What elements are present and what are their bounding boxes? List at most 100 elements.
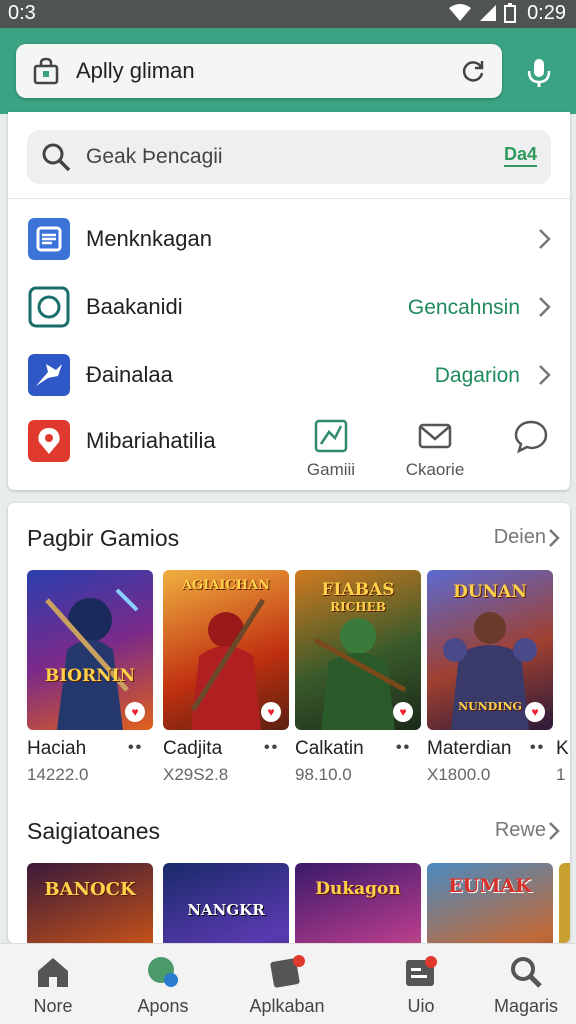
nav-item-label: Apons	[137, 996, 189, 1016]
nav-item-apps-badge[interactable]: Aplkaban	[232, 954, 342, 1017]
list-item-2[interactable]: Ðainalaa Dagarion	[8, 344, 570, 408]
game-art-title: DUNAN	[453, 582, 527, 602]
nav-item-home[interactable]: Nore	[0, 954, 108, 1017]
game-name[interactable]: Haciah	[27, 738, 86, 760]
mini-action-1[interactable]: Ckaorie	[400, 418, 470, 480]
mini-action-label: Ckaorie	[405, 460, 465, 479]
mini-action-label: Gamiii	[306, 460, 356, 479]
list-item-action[interactable]: Gencahnsin	[408, 296, 520, 320]
game-meta-partial: 1	[556, 765, 566, 784]
search-input[interactable]: Geak Þencagii Da4	[27, 130, 551, 184]
nav-item-label: Aplkaban	[249, 996, 325, 1016]
section-title: Pagbir Gamios	[27, 525, 180, 551]
search-badge[interactable]: Da4	[503, 144, 537, 167]
app-bar-title: Aplly gliman	[76, 58, 195, 83]
game-tile-partial[interactable]	[559, 863, 570, 943]
updates-icon	[406, 956, 437, 986]
status-time-right: 0:29	[527, 2, 566, 24]
bottom-navigation: Nore Apons Aplkaban Uio Magaris	[0, 943, 576, 1024]
search-icon	[42, 143, 71, 172]
store-icon	[33, 57, 59, 85]
app-badge-icon	[270, 955, 305, 988]
heart-icon[interactable]: ♥	[393, 702, 413, 722]
game-meta: 98.10.0	[295, 765, 352, 784]
game-tile[interactable]: FIABAS RICHEB ♥	[295, 570, 421, 730]
status-bar: 0:3 0:29	[0, 0, 576, 28]
game-art-title: AGIAICHAN	[181, 578, 271, 593]
mail-icon	[418, 423, 452, 449]
heart-icon[interactable]: ♥	[125, 702, 145, 722]
chevron-right-icon	[539, 297, 551, 317]
game-tile[interactable]: EUMAK	[427, 863, 553, 943]
nav-item-label: Nore	[33, 996, 73, 1016]
list-item-3[interactable]: Mibariahatilia	[8, 410, 288, 474]
app-bar: Aplly gliman	[0, 28, 576, 114]
game-art-title: BANOCK	[44, 879, 136, 900]
list-item-action[interactable]: Dagarion	[435, 364, 520, 388]
signal-icon	[480, 5, 496, 21]
search-icon	[511, 957, 542, 988]
chevron-right-icon	[539, 229, 551, 249]
chart-icon	[314, 419, 348, 453]
map-icon	[28, 420, 70, 462]
list-item-label: Mibariahatilia	[86, 428, 216, 453]
list-item-0[interactable]: Menknkagan	[8, 208, 570, 272]
quick-actions-card: Geak Þencagii Da4 Menknkagan Baakanidi G…	[8, 112, 570, 490]
nav-item-updates[interactable]: Uio	[366, 954, 476, 1017]
more-options-icon[interactable]: ••	[530, 739, 545, 757]
chevron-right-icon	[549, 822, 560, 840]
list-item-1[interactable]: Baakanidi Gencahnsin	[8, 276, 570, 340]
game-tile[interactable]: BIORNIN ♥	[27, 570, 153, 730]
game-tile[interactable]: AGIAICHAN ♥	[163, 570, 289, 730]
mini-action-0[interactable]: Gamiii	[296, 418, 366, 480]
section-more-link[interactable]: Deien	[494, 526, 546, 549]
list-item-label: Menknkagan	[86, 226, 212, 251]
game-art-title: NANGKR	[187, 901, 265, 919]
more-options-icon[interactable]: ••	[396, 739, 411, 757]
nav-item-label: Uio	[407, 996, 435, 1016]
wifi-icon	[449, 4, 471, 21]
nav-item-apps[interactable]: Apons	[108, 954, 218, 1017]
status-icons	[448, 3, 516, 23]
section-title: Saigiatoanes	[27, 818, 160, 844]
list-item-label: Ðainalaa	[86, 362, 173, 387]
heart-icon[interactable]: ♥	[525, 702, 545, 722]
top-search-bar[interactable]: Aplly gliman	[16, 44, 502, 98]
mic-icon[interactable]	[526, 58, 552, 88]
nav-item-search[interactable]: Magaris	[471, 954, 576, 1017]
game-name[interactable]: Materdian	[427, 738, 512, 760]
chat-icon	[514, 420, 548, 454]
list-item-label: Baakanidi	[86, 294, 183, 319]
game-tile[interactable]: DUNAN NUNDING ♥	[427, 570, 553, 730]
game-tile[interactable]: Dukagon	[295, 863, 421, 943]
game-meta: X29S2.8	[163, 765, 229, 784]
game-tile[interactable]: NANGKR	[163, 863, 289, 943]
mini-action-2[interactable]	[496, 418, 566, 480]
game-name[interactable]: Cadjita	[163, 738, 222, 760]
refresh-icon[interactable]	[460, 58, 486, 84]
heart-icon[interactable]: ♥	[261, 702, 281, 722]
game-art-title: Dukagon	[315, 879, 401, 899]
chevron-right-icon	[539, 365, 551, 385]
circle-icon	[28, 286, 70, 328]
battery-icon	[504, 3, 516, 23]
apps-icon	[148, 957, 178, 987]
game-name[interactable]: Calkatin	[295, 738, 364, 760]
game-name-partial[interactable]: K	[556, 738, 569, 760]
bird-icon	[28, 354, 70, 396]
section-more-link[interactable]: Rewe	[495, 819, 546, 842]
more-options-icon[interactable]: ••	[128, 739, 143, 757]
divider	[8, 198, 570, 199]
game-art-title: FIABAS	[321, 580, 395, 600]
game-art-subtitle: RICHEB	[330, 600, 386, 614]
search-placeholder: Geak Þencagii	[86, 145, 223, 168]
game-art-title: EUMAK	[448, 875, 532, 897]
nav-item-label: Magaris	[493, 996, 559, 1016]
more-options-icon[interactable]: ••	[264, 739, 279, 757]
game-art-title: BIORNIN	[44, 666, 136, 686]
game-tile[interactable]: BANOCK	[27, 863, 153, 943]
games-card: Pagbir Gamios Deien BIORNIN ♥ AGIAICHAN …	[8, 503, 570, 943]
document-icon	[28, 218, 70, 260]
game-meta: X1800.0	[427, 765, 491, 784]
game-meta: 14222.0	[27, 765, 89, 784]
